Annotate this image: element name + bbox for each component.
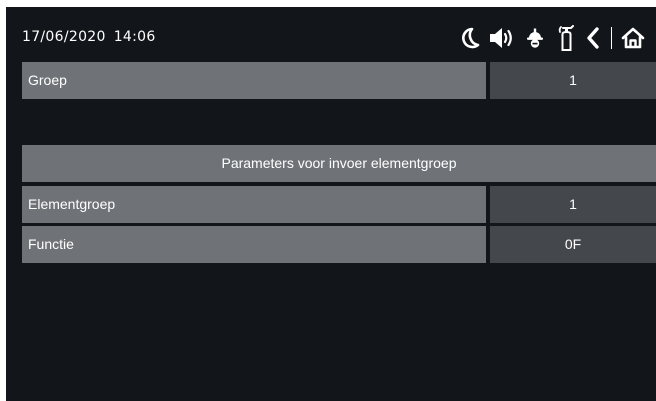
date-time: 17/06/2020 14:06 [22,29,156,45]
screen: 17/06/2020 14:06 Groep 1 Parameters voor… [6,7,656,401]
group-label: Groep [22,62,486,99]
elementgroep-row[interactable]: Elementgroep 1 [22,186,656,223]
status-icons [455,23,646,53]
firefighter-helmet-icon[interactable] [519,23,551,53]
fire-extinguisher-icon[interactable] [551,23,581,53]
elementgroep-value[interactable]: 1 [490,186,656,223]
section-header: Parameters voor invoer elementgroep [22,145,656,182]
group-value[interactable]: 1 [490,62,656,99]
moon-icon[interactable] [455,23,485,53]
status-bar: 17/06/2020 14:06 [6,7,656,62]
date-text: 17/06/2020 [22,29,106,45]
time-text: 14:06 [113,29,156,45]
speaker-icon[interactable] [485,23,519,53]
back-chevron-icon[interactable] [581,23,605,53]
functie-label: Functie [22,226,486,263]
functie-value[interactable]: 0F [490,226,656,263]
home-icon[interactable] [620,23,646,53]
group-row[interactable]: Groep 1 [22,62,656,99]
elementgroep-label: Elementgroep [22,186,486,223]
functie-row[interactable]: Functie 0F [22,226,656,263]
toolbar-separator [611,27,612,49]
